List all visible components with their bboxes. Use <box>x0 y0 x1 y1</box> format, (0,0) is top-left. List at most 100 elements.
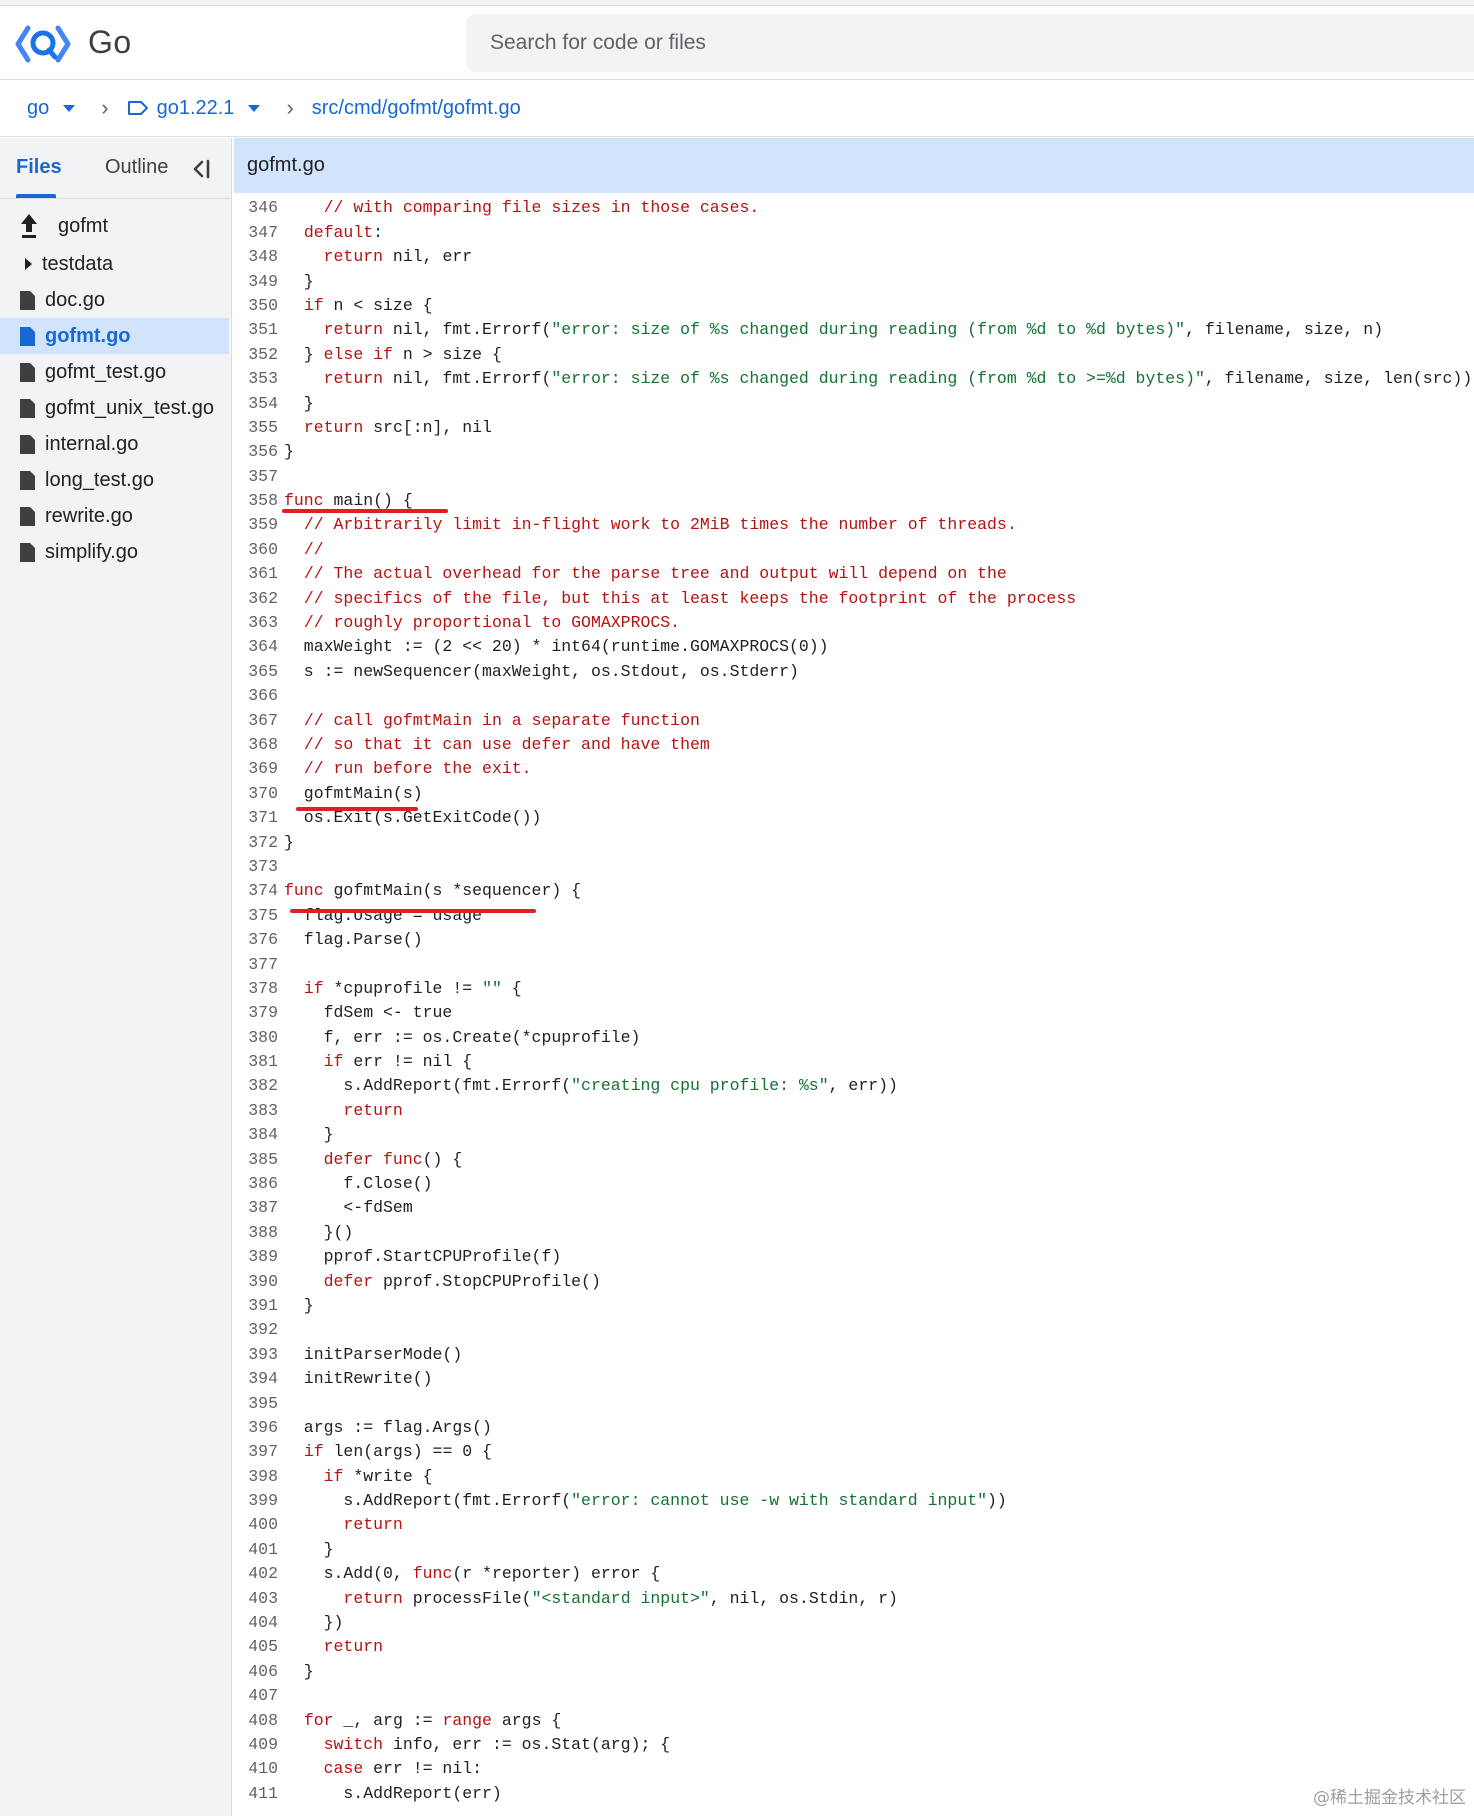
line-number[interactable]: 348 <box>234 245 278 269</box>
line-number[interactable]: 379 <box>234 1001 278 1025</box>
line-number[interactable]: 384 <box>234 1123 278 1147</box>
code-viewer[interactable]: 345 // (for a non-empty file) if the fil… <box>234 193 1474 1816</box>
line-number[interactable]: 355 <box>234 416 278 440</box>
line-number[interactable]: 360 <box>234 538 278 562</box>
line-number[interactable]: 386 <box>234 1172 278 1196</box>
chevron-down-icon[interactable] <box>248 104 261 112</box>
line-number[interactable]: 403 <box>234 1587 278 1611</box>
line-number[interactable]: 395 <box>234 1392 278 1416</box>
line-number[interactable]: 382 <box>234 1074 278 1098</box>
line-number[interactable]: 356 <box>234 440 278 464</box>
chevron-down-icon[interactable] <box>63 104 76 112</box>
line-number[interactable]: 357 <box>234 465 278 489</box>
list-item[interactable]: internal.go <box>0 426 232 462</box>
line-number[interactable]: 411 <box>234 1782 278 1806</box>
line-number[interactable]: 365 <box>234 660 278 684</box>
line-source: } <box>284 442 294 462</box>
line-number[interactable]: 405 <box>234 1635 278 1659</box>
breadcrumb-path[interactable]: src/cmd/gofmt/gofmt.go <box>312 97 521 120</box>
list-item[interactable]: gofmt.go <box>0 318 229 354</box>
search-box[interactable] <box>466 14 1474 72</box>
line-number[interactable]: 400 <box>234 1513 278 1537</box>
tab-files[interactable]: Files <box>16 156 62 179</box>
line-number[interactable]: 402 <box>234 1562 278 1586</box>
line-number[interactable]: 368 <box>234 733 278 757</box>
line-number[interactable]: 375 <box>234 904 278 928</box>
line-number[interactable]: 404 <box>234 1611 278 1635</box>
parent-directory[interactable]: gofmt <box>0 206 232 246</box>
line-number[interactable]: 389 <box>234 1245 278 1269</box>
line-number[interactable]: 364 <box>234 635 278 659</box>
breadcrumb-repo[interactable]: go <box>27 97 76 120</box>
list-item[interactable]: doc.go <box>0 282 232 318</box>
list-item[interactable]: gofmt_test.go <box>0 354 232 390</box>
line-number[interactable]: 363 <box>234 611 278 635</box>
line-number[interactable]: 393 <box>234 1343 278 1367</box>
breadcrumb-version[interactable]: go1.22.1 <box>127 97 261 120</box>
line-number[interactable]: 385 <box>234 1148 278 1172</box>
code-line: 364 maxWeight := (2 << 20) * int64(runti… <box>234 635 1474 659</box>
line-number[interactable]: 378 <box>234 977 278 1001</box>
line-number[interactable]: 354 <box>234 392 278 416</box>
line-number[interactable]: 374 <box>234 879 278 903</box>
line-number[interactable]: 366 <box>234 684 278 708</box>
line-source: switch info, err := os.Stat(arg); { <box>323 1735 671 1754</box>
line-number[interactable]: 399 <box>234 1489 278 1513</box>
code-line: 372} <box>234 831 1474 855</box>
tag-icon <box>127 101 148 115</box>
line-number[interactable]: 394 <box>234 1367 278 1391</box>
line-number[interactable]: 401 <box>234 1538 278 1562</box>
line-number[interactable]: 409 <box>234 1733 278 1757</box>
list-item[interactable]: long_test.go <box>0 462 232 498</box>
line-number[interactable]: 359 <box>234 513 278 537</box>
collapse-panel-icon[interactable] <box>190 158 212 180</box>
line-number[interactable]: 352 <box>234 343 278 367</box>
line-number[interactable]: 367 <box>234 709 278 733</box>
line-number[interactable]: 408 <box>234 1709 278 1733</box>
line-number[interactable]: 372 <box>234 831 278 855</box>
list-item[interactable]: gofmt_unix_test.go <box>0 390 232 426</box>
line-number[interactable]: 391 <box>234 1294 278 1318</box>
line-number[interactable]: 390 <box>234 1270 278 1294</box>
line-number[interactable]: 361 <box>234 562 278 586</box>
line-number[interactable]: 410 <box>234 1757 278 1781</box>
search-input[interactable] <box>490 31 1474 55</box>
line-number[interactable]: 371 <box>234 806 278 830</box>
code-search-logo-icon[interactable] <box>14 22 72 66</box>
line-number[interactable]: 346 <box>234 196 278 220</box>
line-source: s.AddReport(err) <box>284 1783 502 1803</box>
line-number[interactable]: 351 <box>234 318 278 342</box>
tab-outline[interactable]: Outline <box>105 156 168 179</box>
code-line: 402 s.Add(0, func(r *reporter) error { <box>234 1562 1474 1586</box>
line-number[interactable]: 353 <box>234 367 278 391</box>
line-number[interactable]: 406 <box>234 1660 278 1684</box>
line-number[interactable]: 387 <box>234 1196 278 1220</box>
list-item[interactable]: testdata <box>0 246 232 282</box>
line-number[interactable]: 369 <box>234 757 278 781</box>
line-number[interactable]: 376 <box>234 928 278 952</box>
line-number[interactable]: 396 <box>234 1416 278 1440</box>
line-number[interactable]: 388 <box>234 1221 278 1245</box>
line-number[interactable]: 373 <box>234 855 278 879</box>
line-number[interactable]: 392 <box>234 1318 278 1342</box>
line-source: s.Add(0, func(r *reporter) error { <box>284 1564 661 1584</box>
line-number[interactable]: 377 <box>234 953 278 977</box>
line-number[interactable]: 358 <box>234 489 278 513</box>
file-icon <box>20 434 35 454</box>
list-item[interactable]: simplify.go <box>0 534 232 570</box>
code-line: 395 <box>234 1392 1474 1416</box>
line-number[interactable]: 407 <box>234 1684 278 1708</box>
caret-right-icon[interactable] <box>25 258 32 270</box>
line-number[interactable]: 370 <box>234 782 278 806</box>
line-number[interactable]: 350 <box>234 294 278 318</box>
line-number[interactable]: 347 <box>234 221 278 245</box>
line-number[interactable]: 362 <box>234 587 278 611</box>
line-number[interactable]: 383 <box>234 1099 278 1123</box>
line-number[interactable]: 398 <box>234 1465 278 1489</box>
list-item[interactable]: rewrite.go <box>0 498 232 534</box>
line-number[interactable]: 349 <box>234 270 278 294</box>
line-number[interactable]: 380 <box>234 1026 278 1050</box>
code-line: 401 } <box>234 1538 1474 1562</box>
line-number[interactable]: 381 <box>234 1050 278 1074</box>
line-number[interactable]: 397 <box>234 1440 278 1464</box>
